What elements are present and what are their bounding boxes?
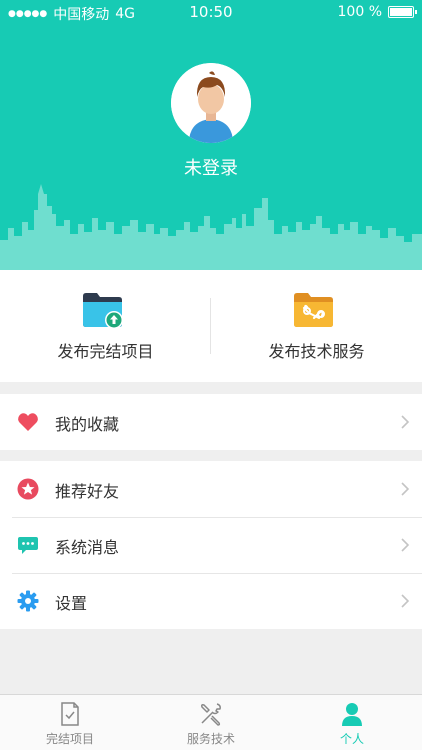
tab-personal[interactable]: 个人: [282, 695, 422, 750]
menu-item-messages[interactable]: 系统消息: [0, 517, 422, 573]
chevron-right-icon: [401, 594, 410, 608]
tab-completed-projects[interactable]: 完结项目: [0, 695, 140, 750]
folder-tools-icon: [294, 293, 333, 327]
publish-service-button[interactable]: 发布技术服务: [211, 270, 422, 382]
publish-project-label: 发布完结项目: [57, 342, 154, 361]
menu-item-settings[interactable]: 设置: [0, 573, 422, 629]
tab-label: 服务技术: [186, 732, 235, 746]
menu-item-favorites[interactable]: 我的收藏: [0, 394, 422, 450]
chevron-right-icon: [401, 482, 410, 496]
profile-header: ●●●●● 中国移动 4G 10:50 100 % 未登录: [0, 0, 422, 270]
general-group: 推荐好友 系统消息 设置: [0, 461, 422, 629]
menu-item-recommend[interactable]: 推荐好友: [0, 461, 422, 517]
publish-service-label: 发布技术服务: [268, 342, 365, 361]
battery-icon: [388, 6, 417, 18]
avatar-icon: [171, 63, 251, 143]
publish-section: 发布完结项目 发布技术服务: [0, 270, 422, 382]
tools-icon: [201, 703, 221, 726]
publish-project-button[interactable]: 发布完结项目: [0, 270, 211, 382]
status-bar: ●●●●● 中国移动 4G 10:50 100 %: [0, 0, 422, 24]
menu-item-label: 设置: [55, 594, 88, 613]
gear-icon: [17, 590, 39, 612]
star-icon: [17, 478, 39, 500]
login-status[interactable]: 未登录: [0, 154, 422, 180]
status-right: 100 %: [337, 4, 417, 20]
chevron-right-icon: [401, 538, 410, 552]
avatar[interactable]: [171, 63, 251, 143]
document-icon: [61, 702, 79, 726]
tab-services[interactable]: 服务技术: [141, 695, 281, 750]
folder-upload-icon: [83, 293, 123, 329]
chevron-right-icon: [401, 415, 410, 429]
tab-label: 个人: [339, 732, 364, 746]
city-skyline-decoration: [0, 184, 422, 270]
message-icon: [18, 537, 38, 554]
battery-label: 100 %: [337, 4, 382, 20]
tab-label: 完结项目: [45, 732, 94, 746]
menu-item-label: 推荐好友: [55, 482, 120, 501]
menu-item-label: 系统消息: [55, 538, 120, 557]
person-icon: [342, 703, 362, 726]
heart-icon: [18, 413, 38, 431]
tab-bar: 完结项目 服务技术 个人: [0, 694, 422, 750]
favorites-group: 我的收藏: [0, 394, 422, 450]
menu-item-label: 我的收藏: [55, 415, 120, 434]
